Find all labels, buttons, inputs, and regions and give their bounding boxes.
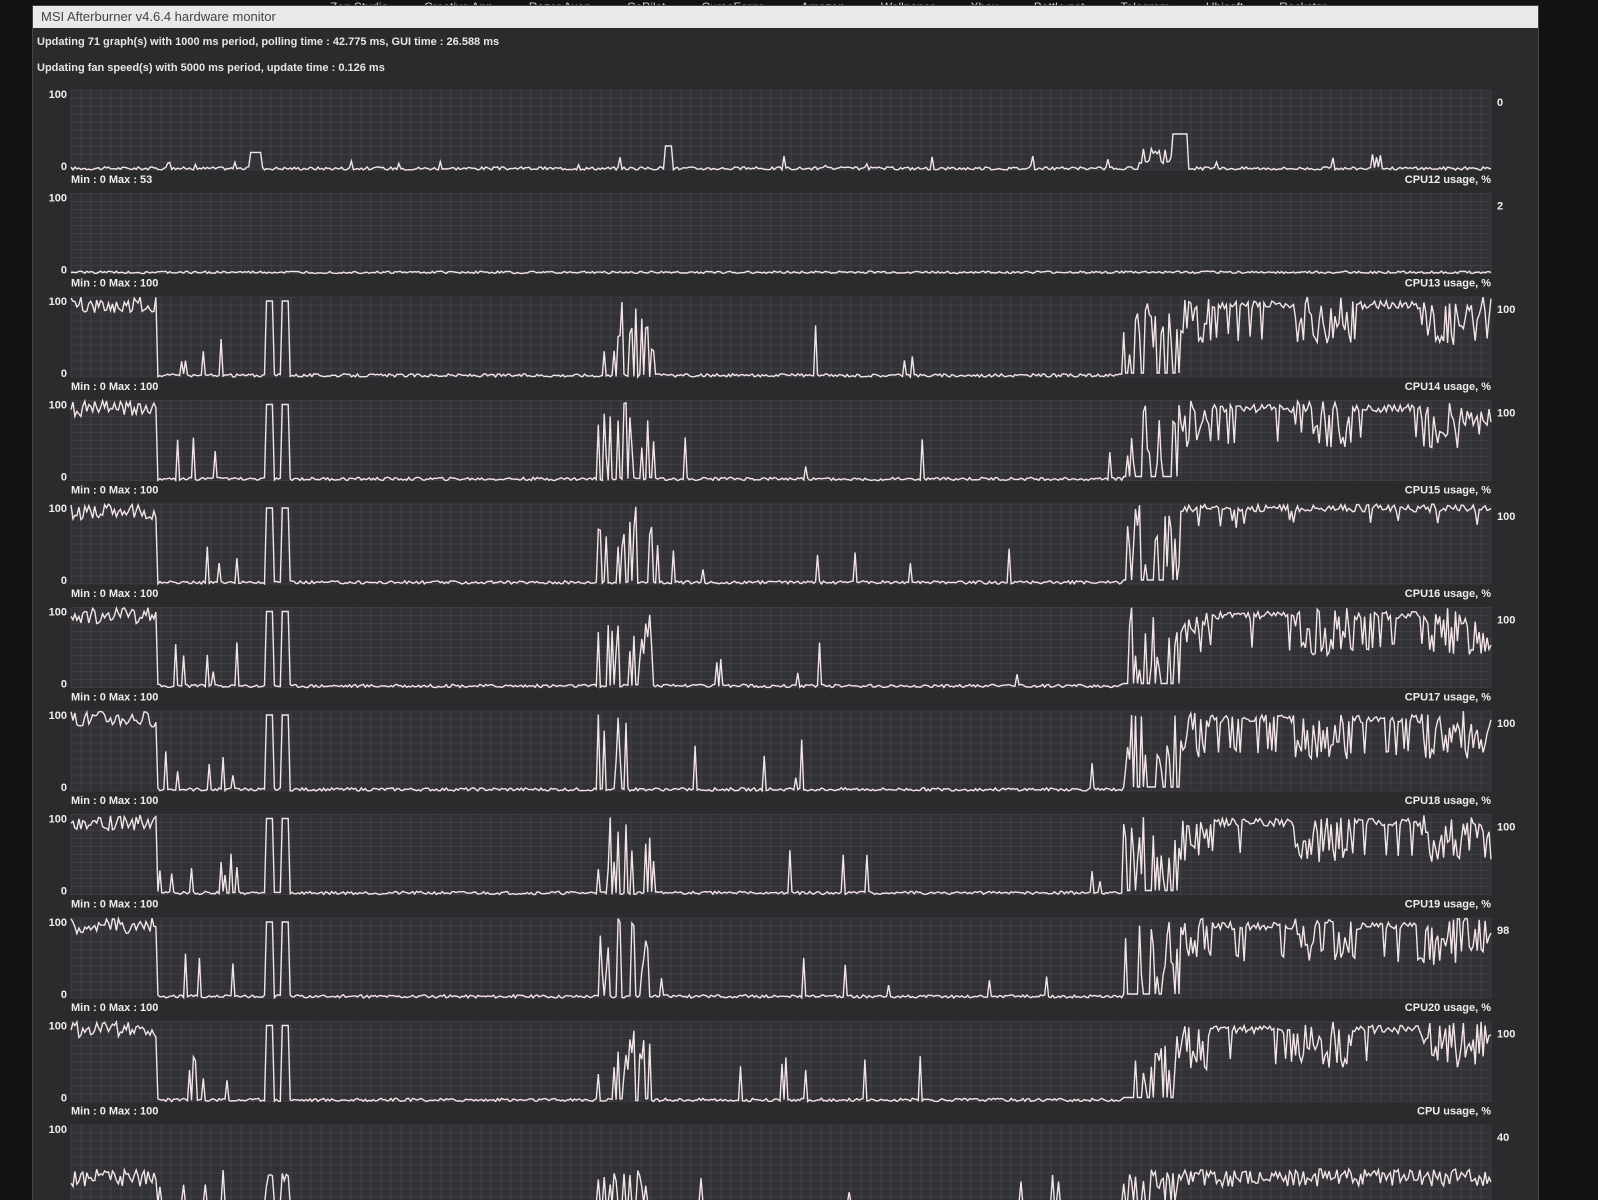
graph-1: 100 0 Min : 0 Max : 100 CPU13 usage, % 2 [49, 193, 1503, 290]
graph-current-value: 100 [1497, 511, 1515, 523]
graph-ymax-label: 100 [49, 89, 67, 101]
graph-min-max-label: Min : 0 Max : 100 [71, 1106, 158, 1118]
graph-current-value: 100 [1497, 718, 1515, 730]
graph-ymin-label: 0 [61, 782, 67, 794]
graph-ymax-label: 100 [49, 814, 67, 826]
graph-ymax-label: 100 [49, 503, 67, 515]
graph-min-max-label: Min : 0 Max : 100 [71, 485, 158, 497]
graph-ymin-label: 0 [61, 989, 67, 1001]
graph-polling-status: Updating 71 graph(s) with 1000 ms period… [37, 36, 500, 48]
graph-name-label: CPU13 usage, % [1405, 278, 1491, 290]
graph-4: 100 0 Min : 0 Max : 100 CPU16 usage, % 100 [49, 502, 1515, 600]
graph-ymax-label: 100 [49, 607, 67, 619]
graph-8: 100 0 Min : 0 Max : 100 CPU20 usage, % 98 [49, 915, 1509, 1014]
graphs-panel[interactable]: 100 0 Min : 0 Max : 53 CPU12 usage, % 0 100 0 M… [33, 82, 1538, 1200]
graph-ymin-label: 0 [61, 161, 67, 173]
graph-name-label: CPU17 usage, % [1405, 692, 1491, 704]
graph-9: 100 0 Min : 0 Max : 100 CPU usage, % 100 [49, 1019, 1515, 1118]
graph-name-label: CPU15 usage, % [1405, 485, 1491, 497]
graph-name-label: CPU usage, % [1417, 1106, 1491, 1118]
graph-ymin-label: 0 [61, 886, 67, 898]
graph-ymax-label: 100 [49, 193, 67, 205]
graph-current-value: 2 [1497, 201, 1503, 213]
graph-current-value: 0 [1497, 97, 1503, 109]
graph-3: 100 0 Min : 0 Max : 100 CPU15 usage, % 100 [49, 398, 1515, 497]
graph-name-label: CPU18 usage, % [1405, 795, 1491, 807]
graph-current-value: 100 [1497, 304, 1515, 316]
graph-min-max-label: Min : 0 Max : 100 [71, 588, 158, 600]
graph-2: 100 0 Min : 0 Max : 100 CPU14 usage, % 100 [49, 296, 1516, 393]
graph-ymin-label: 0 [61, 1093, 67, 1105]
graph-current-value: 98 [1497, 925, 1509, 937]
graph-min-max-label: Min : 0 Max : 100 [71, 795, 158, 807]
graph-ymax-label: 100 [49, 1021, 67, 1033]
graph-min-max-label: Min : 0 Max : 100 [71, 1002, 158, 1014]
graph-name-label: CPU19 usage, % [1405, 899, 1491, 911]
graph-name-label: CPU12 usage, % [1405, 174, 1491, 186]
graph-current-value: 100 [1497, 408, 1515, 420]
monitor-graphs: 1000Min : 0 Max : 53 CPU12 usage, %01000M… [49, 89, 1516, 1200]
graph-ymax-label: 100 [49, 710, 67, 722]
graph-0: 100 0 Min : 0 Max : 53 CPU12 usage, % 0 [49, 89, 1503, 186]
graph-current-value: 40 [1497, 1132, 1509, 1144]
hardware-monitor-window: MSI Afterburner v4.6.4 hardware monitor … [33, 6, 1538, 1200]
graph-min-max-label: Min : 0 Max : 100 [71, 692, 158, 704]
graph-min-max-label: Min : 0 Max : 53 [71, 174, 152, 186]
graph-6: 100 0 Min : 0 Max : 100 CPU18 usage, % 100 [49, 709, 1515, 807]
window-title: MSI Afterburner v4.6.4 hardware monitor [33, 6, 1538, 28]
graph-7: 100 0 Min : 0 Max : 100 CPU19 usage, % 100 [49, 814, 1516, 911]
graph-min-max-label: Min : 0 Max : 100 [71, 899, 158, 911]
graph-ymax-label: 100 [49, 400, 67, 412]
graph-name-label: CPU20 usage, % [1405, 1002, 1491, 1014]
graph-ymin-label: 0 [61, 265, 67, 277]
graph-ymax-label: 100 [49, 296, 67, 308]
graph-ymin-label: 0 [61, 368, 67, 380]
graph-current-value: 100 [1497, 1029, 1515, 1041]
graph-current-value: 100 [1497, 615, 1515, 627]
graph-10: 100Min : 0 Max : 4540 [49, 1124, 1509, 1200]
graph-ymin-label: 0 [61, 472, 67, 484]
graph-5: 100 0 Min : 0 Max : 100 CPU17 usage, % 100 [49, 605, 1515, 704]
graph-current-value: 100 [1497, 822, 1515, 834]
graph-ymin-label: 0 [61, 575, 67, 587]
graph-ymax-label: 100 [49, 917, 67, 929]
graph-name-label: CPU14 usage, % [1405, 381, 1491, 393]
graph-min-max-label: Min : 0 Max : 100 [71, 278, 158, 290]
graph-ymax-label: 100 [49, 1124, 67, 1136]
graph-ymin-label: 0 [61, 679, 67, 691]
fan-update-status: Updating fan speed(s) with 5000 ms perio… [37, 62, 385, 74]
graph-name-label: CPU16 usage, % [1405, 588, 1491, 600]
graph-min-max-label: Min : 0 Max : 100 [71, 381, 158, 393]
